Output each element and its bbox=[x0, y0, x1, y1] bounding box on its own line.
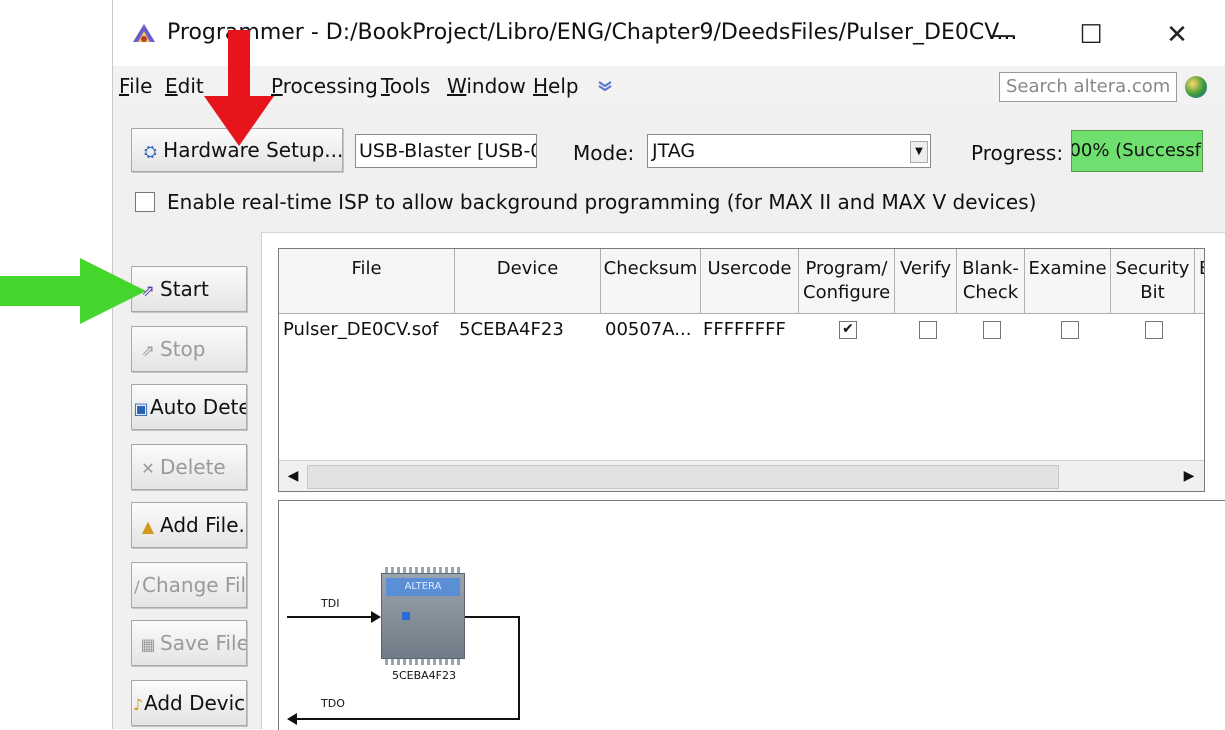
mode-value: JTAG bbox=[652, 140, 696, 162]
menu-tools[interactable]: Tools bbox=[381, 71, 430, 101]
search-input[interactable]: Search altera.com bbox=[999, 72, 1177, 102]
start-label: Start bbox=[160, 277, 209, 301]
stop-icon: ⇗ bbox=[141, 341, 155, 360]
add-device-icon: ♪ bbox=[132, 695, 144, 714]
jtag-chain-diagram: TDI ALTERA 5CEBA4F23 TDO bbox=[278, 500, 1225, 730]
add-device-label: Add Device bbox=[144, 691, 247, 715]
hardware-toolbar: ⛭ Hardware Setup... USB-Blaster [USB-0] … bbox=[113, 106, 1225, 233]
cell-device: 5CEBA4F23 bbox=[459, 319, 564, 340]
scroll-thumb[interactable] bbox=[307, 465, 1059, 489]
cell-file: Pulser_DE0CV.sof bbox=[283, 319, 439, 340]
programmer-window: Programmer - D:/BookProject/Libro/ENG/Ch… bbox=[112, 0, 1225, 730]
stop-button[interactable]: ⇗ Stop bbox=[131, 326, 247, 372]
device-table: File Device Checksum Usercode Program/ C… bbox=[278, 248, 1205, 492]
delete-button[interactable]: ✕ Delete bbox=[131, 444, 247, 490]
menu-help-accel: H bbox=[533, 74, 549, 98]
isp-label: Enable real-time ISP to allow background… bbox=[167, 190, 1037, 214]
close-button[interactable]: ✕ bbox=[1147, 10, 1207, 60]
maximize-button[interactable]: ☐ bbox=[1061, 10, 1121, 60]
blank-check-checkbox[interactable] bbox=[983, 321, 1001, 339]
add-file-icon: ▲ bbox=[141, 517, 155, 536]
menu-edit[interactable]: Edit bbox=[165, 71, 204, 101]
change-file-button[interactable]: / Change File bbox=[131, 562, 247, 608]
menu-bar: File Edit Processing Tools Window Help S… bbox=[113, 66, 1225, 106]
menu-edit-accel: E bbox=[165, 74, 178, 98]
menu-file[interactable]: File bbox=[119, 71, 152, 101]
menu-file-label: ile bbox=[129, 74, 153, 98]
save-file-icon: ▦ bbox=[140, 635, 156, 654]
table-header: File Device Checksum Usercode Program/ C… bbox=[279, 249, 1204, 314]
col-erase[interactable]: Erase bbox=[1195, 249, 1204, 313]
col-usercode[interactable]: Usercode bbox=[701, 249, 799, 313]
start-button-arrow-icon bbox=[0, 258, 146, 324]
change-file-icon: / bbox=[134, 577, 140, 596]
chip-brand: ALTERA bbox=[386, 578, 460, 596]
add-device-button[interactable]: ♪Add Device bbox=[131, 680, 247, 726]
mode-label: Mode: bbox=[573, 141, 635, 165]
delete-label: Delete bbox=[160, 455, 226, 479]
progress-bar: 100% (Successful) bbox=[1071, 130, 1203, 172]
hardware-setup-arrow-icon bbox=[204, 30, 274, 146]
col-checksum[interactable]: Checksum bbox=[601, 249, 701, 313]
progress-text: 100% (Successful) bbox=[1072, 140, 1202, 161]
menu-edit-label: dit bbox=[177, 74, 204, 98]
col-file[interactable]: File bbox=[279, 249, 455, 313]
menu-tools-label: ools bbox=[389, 74, 431, 98]
device-chip[interactable]: ALTERA bbox=[381, 573, 465, 659]
search-placeholder: Search altera.com bbox=[1006, 76, 1171, 97]
hardware-setup-icon: ⛭ bbox=[144, 142, 157, 161]
auto-detect-button[interactable]: ▣Auto Detect bbox=[131, 384, 247, 430]
menu-file-accel: F bbox=[119, 74, 130, 98]
menu-processing[interactable]: Processing bbox=[271, 71, 378, 101]
window-title: Programmer - D:/BookProject/Libro/ENG/Ch… bbox=[167, 20, 1018, 45]
auto-detect-label: Auto Detect bbox=[150, 395, 246, 419]
change-file-label: Change File bbox=[142, 573, 247, 597]
add-file-button[interactable]: ▲ Add File... bbox=[131, 502, 247, 548]
save-file-button[interactable]: ▦ Save File bbox=[131, 620, 247, 666]
cell-usercode: FFFFFFFF bbox=[703, 319, 786, 340]
help-chevron-icon[interactable] bbox=[597, 80, 613, 92]
menu-window-accel: W bbox=[447, 74, 467, 98]
menu-help-label: elp bbox=[548, 74, 579, 98]
progress-label: Progress: bbox=[971, 141, 1064, 165]
col-device[interactable]: Device bbox=[455, 249, 601, 313]
delete-icon: ✕ bbox=[141, 459, 155, 478]
menu-window[interactable]: Window bbox=[447, 71, 526, 101]
verify-checkbox[interactable] bbox=[919, 321, 937, 339]
globe-icon[interactable] bbox=[1185, 76, 1207, 98]
hardware-field: USB-Blaster [USB-0] bbox=[355, 134, 537, 168]
save-file-label: Save File bbox=[160, 631, 247, 655]
menu-processing-label: rocessing bbox=[282, 74, 378, 98]
chip-marker-icon bbox=[402, 612, 410, 620]
col-examine[interactable]: Examine bbox=[1025, 249, 1111, 313]
table-row[interactable]: Pulser_DE0CV.sof 5CEBA4F23 00507A... FFF… bbox=[279, 313, 1204, 347]
horizontal-scrollbar[interactable]: ◀ ▶ bbox=[279, 460, 1204, 491]
menu-window-label: indow bbox=[466, 74, 526, 98]
mode-select[interactable]: JTAG ▼ bbox=[647, 134, 931, 168]
examine-checkbox[interactable] bbox=[1061, 321, 1079, 339]
isp-checkbox[interactable] bbox=[135, 192, 155, 212]
menu-tools-accel: T bbox=[381, 74, 390, 98]
cell-checksum: 00507A... bbox=[605, 319, 692, 340]
chip-pins-bottom bbox=[385, 659, 461, 665]
stop-label: Stop bbox=[160, 337, 206, 361]
scroll-left-icon[interactable]: ◀ bbox=[281, 464, 305, 488]
chevron-down-icon[interactable]: ▼ bbox=[910, 141, 928, 163]
col-verify[interactable]: Verify bbox=[895, 249, 957, 313]
security-bit-checkbox[interactable] bbox=[1145, 321, 1163, 339]
programmer-app-icon bbox=[133, 24, 155, 42]
start-button[interactable]: ⇗ Start bbox=[131, 266, 247, 312]
title-bar: Programmer - D:/BookProject/Libro/ENG/Ch… bbox=[113, 0, 1225, 66]
menu-help[interactable]: Help bbox=[533, 71, 579, 101]
col-security-bit[interactable]: Security Bit bbox=[1111, 249, 1195, 313]
col-blank-check[interactable]: Blank- Check bbox=[957, 249, 1025, 313]
minimize-button[interactable]: — bbox=[973, 10, 1033, 60]
chip-label: 5CEBA4F23 bbox=[391, 669, 457, 682]
program-checkbox[interactable]: ✔ bbox=[839, 321, 857, 339]
scroll-right-icon[interactable]: ▶ bbox=[1177, 464, 1201, 488]
col-program[interactable]: Program/ Configure bbox=[799, 249, 895, 313]
auto-detect-icon: ▣ bbox=[133, 399, 149, 418]
tdo-label: TDO bbox=[321, 697, 345, 710]
add-file-label: Add File... bbox=[160, 513, 246, 537]
